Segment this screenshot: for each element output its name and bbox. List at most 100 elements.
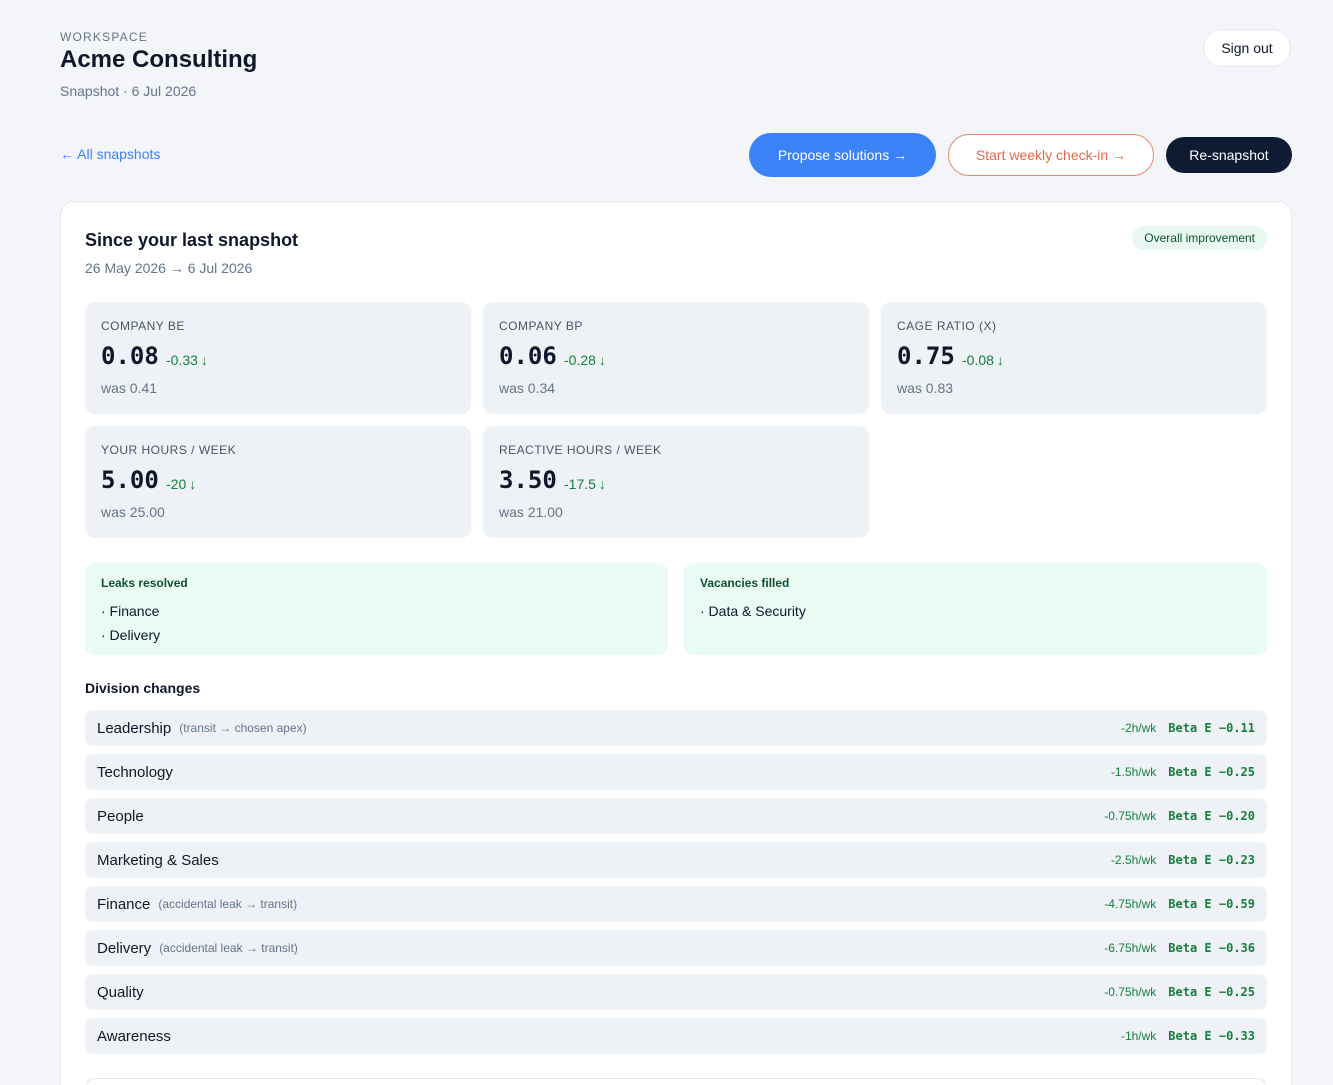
metric-delta: -0.08 ↓ — [962, 352, 1004, 368]
division-hours: -2.5h/wk — [1110, 853, 1157, 867]
metric-delta-value: -20 — [166, 476, 187, 492]
metric-your-hours: YOUR HOURS / WEEK 5.00 -20 ↓ was 25.00 — [85, 426, 471, 538]
division-beta: Beta E −0.20 — [1168, 809, 1255, 823]
snapshot-page: WORKSPACE Acme Consulting Snapshot · 6 J… — [0, 0, 1333, 1085]
division-row-delivery: Delivery (accidental leak → transit) -6.… — [85, 930, 1267, 966]
division-beta: Beta E −0.36 — [1168, 941, 1255, 955]
vacancies-filled-panel: Vacancies filled · Data & Security — [684, 563, 1267, 655]
date-range: 26 May 2026 → 6 Jul 2026 — [85, 260, 253, 276]
division-row-awareness: Awareness -1h/wk Beta E −0.33 — [85, 1018, 1267, 1054]
metric-delta: -20 ↓ — [166, 476, 196, 492]
metric-delta: -17.5 ↓ — [564, 476, 606, 492]
metric-value: 5.00 — [101, 466, 159, 494]
division-changes-title: Division changes — [85, 680, 201, 696]
comparison-card: Since your last snapshot 26 May 2026 → 6… — [60, 201, 1292, 1085]
vacancies-list: · Data & Security — [700, 599, 806, 623]
all-snapshots-link[interactable]: ← All snapshots — [60, 146, 160, 162]
division-hours: -6.75h/wk — [1104, 941, 1157, 955]
division-name: Quality — [97, 983, 144, 1001]
division-stats: -2.5h/wk Beta E −0.23 — [1111, 853, 1255, 867]
division-beta: Beta E −0.23 — [1168, 853, 1255, 867]
division-note: (accidental leak → transit) — [158, 897, 298, 911]
division-name: Marketing & Sales — [97, 851, 219, 869]
metric-value: 0.75 — [897, 342, 955, 370]
metric-previous: was 25.00 — [101, 504, 165, 520]
sign-out-button[interactable]: Sign out — [1203, 29, 1291, 67]
metric-value: 0.08 — [101, 342, 159, 370]
metric-delta-value: -0.28 — [564, 352, 596, 368]
metric-previous: was 21.00 — [499, 504, 563, 520]
next-section-card — [85, 1078, 1267, 1085]
list-item: · Delivery — [101, 627, 161, 643]
division-name: Awareness — [97, 1027, 171, 1045]
division-hours: -0.75h/wk — [1104, 809, 1157, 823]
division-row-finance: Finance (accidental leak → transit) -4.7… — [85, 886, 1267, 922]
division-beta: Beta E −0.25 — [1168, 985, 1255, 999]
division-row-people: People -0.75h/wk Beta E −0.20 — [85, 798, 1267, 834]
division-hours: -1.5h/wk — [1110, 765, 1157, 779]
division-name: Finance — [97, 895, 151, 913]
metric-label: YOUR HOURS / WEEK — [101, 443, 237, 457]
re-snapshot-button[interactable]: Re-snapshot — [1166, 137, 1292, 173]
metric-label: REACTIVE HOURS / WEEK — [499, 443, 662, 457]
division-name: Technology — [97, 763, 173, 781]
arrow-down-icon: ↓ — [598, 476, 606, 492]
metric-company-be: COMPANY BE 0.08 -0.33 ↓ was 0.41 — [85, 302, 471, 414]
division-stats: -2h/wk Beta E −0.11 — [1121, 721, 1255, 735]
division-hours: -1h/wk — [1120, 1029, 1157, 1043]
snapshot-date: Snapshot · 6 Jul 2026 — [60, 83, 197, 99]
division-stats: -6.75h/wk Beta E −0.36 — [1104, 941, 1255, 955]
metric-delta: -0.28 ↓ — [564, 352, 606, 368]
list-item: · Data & Security — [700, 603, 806, 619]
division-stats: -1h/wk Beta E −0.33 — [1121, 1029, 1255, 1043]
propose-solutions-button[interactable]: Propose solutions → — [749, 133, 936, 177]
metric-delta-value: -0.33 — [166, 352, 198, 368]
division-name: Delivery — [97, 939, 152, 957]
metric-previous: was 0.34 — [499, 380, 556, 396]
division-row-technology: Technology -1.5h/wk Beta E −0.25 — [85, 754, 1267, 790]
division-stats: -4.75h/wk Beta E −0.59 — [1104, 897, 1255, 911]
division-beta: Beta E −0.59 — [1168, 897, 1255, 911]
metric-delta-value: -17.5 — [564, 476, 596, 492]
division-name: Leadership — [97, 719, 172, 737]
metric-label: COMPANY BE — [101, 319, 185, 333]
page-title: Acme Consulting — [60, 46, 258, 73]
metric-previous: was 0.41 — [101, 380, 158, 396]
list-item: · Finance — [101, 603, 160, 619]
division-hours: -2h/wk — [1120, 721, 1157, 735]
division-stats: -1.5h/wk Beta E −0.25 — [1111, 765, 1255, 779]
division-note: (transit → chosen apex) — [179, 721, 307, 735]
metric-label: COMPANY BP — [499, 319, 583, 333]
arrow-down-icon: ↓ — [200, 352, 208, 368]
card-title: Since your last snapshot — [85, 230, 299, 250]
arrow-down-icon: ↓ — [598, 352, 606, 368]
metric-delta-value: -0.08 — [962, 352, 994, 368]
arrow-down-icon: ↓ — [189, 476, 197, 492]
division-hours: -4.75h/wk — [1104, 897, 1157, 911]
division-name: People — [97, 807, 144, 825]
division-stats: -0.75h/wk Beta E −0.20 — [1104, 809, 1255, 823]
metric-cage-ratio: CAGE RATIO (X) 0.75 -0.08 ↓ was 0.83 — [881, 302, 1267, 414]
start-weekly-checkin-button[interactable]: Start weekly check-in → — [948, 134, 1154, 176]
metric-reactive-hours: REACTIVE HOURS / WEEK 3.50 -17.5 ↓ was 2… — [483, 426, 869, 538]
metric-value: 0.06 — [499, 342, 557, 370]
status-badge: Overall improvement — [1132, 226, 1267, 250]
metric-previous: was 0.83 — [897, 380, 954, 396]
division-stats: -0.75h/wk Beta E −0.25 — [1104, 985, 1255, 999]
panel-title: Leaks resolved — [101, 576, 188, 590]
division-beta: Beta E −0.25 — [1168, 765, 1255, 779]
metric-value: 3.50 — [499, 466, 557, 494]
division-note: (accidental leak → transit) — [159, 941, 298, 955]
panel-title: Vacancies filled — [700, 576, 790, 590]
division-beta: Beta E −0.11 — [1168, 721, 1255, 735]
division-row-marketing-sales: Marketing & Sales -2.5h/wk Beta E −0.23 — [85, 842, 1267, 878]
arrow-down-icon: ↓ — [996, 352, 1004, 368]
metric-label: CAGE RATIO (X) — [897, 319, 997, 333]
division-beta: Beta E −0.33 — [1168, 1029, 1255, 1043]
division-row-quality: Quality -0.75h/wk Beta E −0.25 — [85, 974, 1267, 1010]
leaks-resolved-panel: Leaks resolved · Finance · Delivery — [85, 563, 668, 655]
division-hours: -0.75h/wk — [1104, 985, 1157, 999]
workspace-eyebrow: WORKSPACE — [60, 30, 148, 44]
metric-delta: -0.33 ↓ — [166, 352, 208, 368]
leaks-list: · Finance · Delivery — [101, 599, 160, 647]
